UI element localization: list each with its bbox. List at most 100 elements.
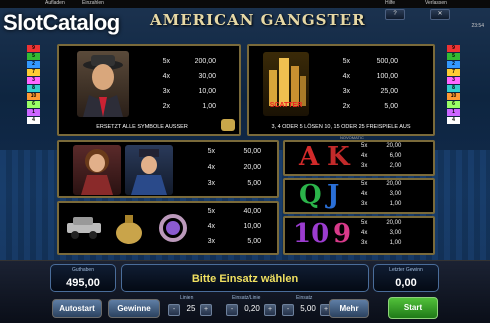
lines-plus-button[interactable]: + (200, 304, 212, 316)
bet-per-line-minus-button[interactable]: - (226, 304, 238, 316)
message-display: Bitte Einsatz wählen (121, 264, 369, 292)
payout-value: 100,00 (376, 73, 398, 80)
lines-label: Linien (180, 295, 194, 301)
help-link[interactable]: Hilfe (385, 0, 395, 6)
number-10-symbol: 10 (293, 219, 330, 249)
line-indicator: 3 (447, 77, 460, 84)
line-indicator: 5 (27, 53, 40, 60)
line-indicator: 6 (27, 101, 40, 108)
recharge-link[interactable]: Aufladen (45, 0, 65, 6)
exit-button[interactable]: ✕ (430, 9, 450, 20)
mult-label: 4x (342, 73, 350, 80)
line-indicator: 5 (447, 53, 460, 60)
close-icon: ✕ (437, 11, 443, 17)
mult-label: 2x (342, 103, 350, 110)
paytable-gangster-panel: 5x 200,00 4x 30,00 3x 10,00 2x 1,00 ERSETZT … (57, 44, 241, 136)
scatter-mini-icon (221, 119, 235, 131)
line-indicator: 7 (447, 69, 460, 76)
lines-minus-button[interactable]: - (168, 304, 180, 316)
gamble-button[interactable]: Gewinne (108, 299, 160, 318)
payout-value: 200,00 (194, 58, 216, 65)
bet-per-line-label: Einsatz/Linie (232, 295, 261, 301)
line-indicator: 2 (447, 61, 460, 68)
watch-symbol (155, 211, 191, 245)
balance-value: 495,00 (66, 277, 100, 289)
scatter-caption: 3, 4 ODER 5 LÖSEN 10, 15 ODER 25 FREISPI… (271, 124, 411, 130)
watermark-logo: SlotCatalog (3, 10, 120, 35)
line-indicator: 4 (447, 117, 460, 124)
mult-label: 4x (162, 73, 170, 80)
last-win-label: Letzter Gewinn (389, 267, 423, 273)
paytable-qj-panel: Q J 5x 20,00 4x 3,00 3x 1,00 (283, 178, 435, 214)
deposit-link[interactable]: Einzahlen (82, 0, 104, 6)
scatter-label: SCATTER (269, 102, 303, 109)
payout-value: 25,00 (380, 88, 398, 95)
payout-value: 6,00 (389, 153, 402, 159)
money-bag-symbol (113, 211, 145, 245)
payout-value: 1,00 (389, 201, 402, 207)
mult-label: 5x (207, 148, 215, 155)
mult-label: 5x (207, 208, 215, 215)
mult-label: 5x (342, 58, 350, 65)
payout-value: 40,00 (243, 208, 261, 215)
line-indicator: 1 (27, 109, 40, 116)
payout-value: 5,00 (384, 103, 398, 110)
payout-value: 50,00 (243, 148, 261, 155)
mult-label: 4x (207, 164, 215, 171)
payout-value: 20,00 (386, 181, 402, 187)
mult-label: 3x (162, 88, 170, 95)
total-bet-value: 5,00 (300, 304, 316, 313)
policeman-symbol (125, 145, 173, 195)
game-title: AMERICAN GANGSTER (150, 11, 366, 29)
payout-value: 1,00 (389, 240, 402, 246)
line-indicator: 8 (447, 85, 460, 92)
letter-j-symbol: J (327, 180, 340, 210)
bet-per-line-plus-button[interactable]: + (264, 304, 276, 316)
total-bet-minus-button[interactable]: - (282, 304, 294, 316)
letter-q-symbol: Q (299, 180, 322, 210)
scatter-symbol: SCATTER (263, 52, 309, 116)
status-message: Bitte Einsatz wählen (191, 273, 299, 285)
paytable-items-panel: 5x 40,00 4x 10,00 3x 5,00 (57, 201, 279, 255)
question-icon: ? (393, 11, 397, 17)
payout-value: 20,00 (386, 143, 402, 149)
woman-symbol (73, 145, 121, 195)
mult-label: 5x (162, 58, 170, 65)
payout-value: 20,00 (243, 164, 261, 171)
mult-label: 3x (342, 88, 350, 95)
mult-label: 4x (207, 223, 215, 230)
payout-value: 10,00 (243, 223, 261, 230)
exit-link[interactable]: Verlassen (425, 0, 447, 6)
paytable-people-panel: 5x 50,00 4x 20,00 3x 5,00 (57, 140, 279, 198)
bet-per-line-value: 0,20 (244, 304, 260, 313)
lines-value: 25 (186, 304, 196, 313)
start-button[interactable]: Start (388, 297, 438, 319)
line-indicator: 10 (27, 93, 40, 100)
payout-value: 3,00 (389, 230, 402, 236)
wild-caption: ERSETZT ALLE SYMBOLE AUSSER (96, 124, 188, 130)
mult-label: 3x (207, 238, 215, 245)
payout-value: 10,00 (198, 88, 216, 95)
paytable-ten-nine-panel: 10 9 5x 20,00 4x 3,00 3x 1,00 (283, 216, 435, 255)
letter-k-symbol: K (327, 142, 350, 172)
top-bar (0, 0, 490, 8)
more-button[interactable]: Mehr (329, 299, 369, 318)
total-bet-label: Einsatz (296, 295, 313, 301)
line-indicators-left: 9 5 2 7 3 8 10 6 1 4 (27, 45, 40, 125)
car-symbol (65, 213, 103, 241)
payout-value: 20,00 (386, 220, 402, 226)
number-9-symbol: 9 (333, 219, 352, 249)
letter-a-symbol: A (299, 142, 320, 172)
line-indicators-right: 9 5 2 7 3 8 10 6 1 4 (447, 45, 460, 125)
line-indicator: 6 (447, 101, 460, 108)
payout-value: 30,00 (198, 73, 216, 80)
balance-display: Guthaben 495,00 (50, 264, 116, 292)
help-button[interactable]: ? (385, 9, 405, 20)
brand-label: NOVOMATIC (340, 135, 364, 140)
line-indicator: 4 (27, 117, 40, 124)
payout-value: 2,00 (389, 163, 402, 169)
last-win-display: Letzter Gewinn 0,00 (373, 264, 439, 292)
line-indicator: 7 (27, 69, 40, 76)
mult-label: 2x (162, 103, 170, 110)
autostart-button[interactable]: Autostart (52, 299, 102, 318)
